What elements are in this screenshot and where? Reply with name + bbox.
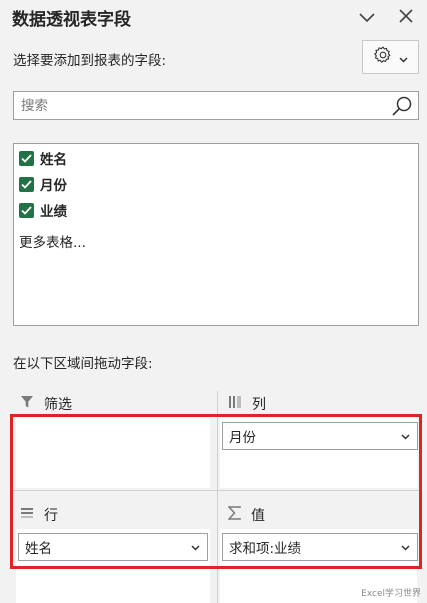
field-list: 姓名 月份 业绩 更多表格... [13,143,419,326]
field-label: 业绩 [40,204,67,220]
checkbox-checked-icon[interactable] [19,176,34,192]
values-area-header: 值 [227,505,265,525]
task-pane-options-button[interactable] [356,6,378,28]
field-search-box [13,91,419,120]
chip-label: 月份 [229,430,256,446]
close-pane-button[interactable] [395,6,417,28]
area-divider-horizontal [13,490,419,491]
rows-area-header: 行 [20,505,58,525]
chevron-down-icon[interactable] [401,539,410,555]
close-icon [399,8,413,27]
values-field-chip[interactable]: 求和项:业绩 [222,533,418,561]
drag-fields-hint: 在以下区域间拖动字段: [13,356,153,372]
search-icon[interactable] [391,95,413,121]
chevron-down-icon[interactable] [191,539,200,555]
chevron-down-icon [359,8,375,27]
field-label: 姓名 [40,152,67,168]
field-item-performance[interactable]: 业绩 [19,200,67,220]
checkbox-checked-icon[interactable] [19,202,34,218]
pane-title: 数据透视表字段 [12,10,131,30]
chip-label: 姓名 [25,541,52,557]
chevron-down-icon[interactable] [401,428,410,444]
field-item-month[interactable]: 月份 [19,174,67,194]
field-label: 月份 [40,178,67,194]
columns-icon [228,395,242,413]
chevron-down-icon [399,48,408,67]
watermark: Excel学习世界 [361,589,421,599]
area-divider-vertical [217,391,218,603]
search-input[interactable] [14,92,384,119]
filter-area-label: 筛选 [44,397,72,413]
columns-area-header: 列 [228,394,266,414]
checkbox-checked-icon[interactable] [19,150,34,166]
field-item-name[interactable]: 姓名 [19,148,67,168]
rows-area-label: 行 [44,508,58,524]
chip-label: 求和项:业绩 [229,541,302,557]
field-layout-settings-button[interactable] [362,40,419,74]
choose-fields-label: 选择要添加到报表的字段: [13,53,167,69]
pivot-field-pane: 数据透视表字段 选择要添加到报表的字段: 搜索 姓名 月份 业绩 更多表格...… [0,0,427,603]
rows-icon [20,506,34,524]
values-area-label: 值 [251,508,265,524]
sigma-icon [227,506,241,524]
gear-icon [373,45,393,69]
rows-field-chip[interactable]: 姓名 [18,533,208,561]
more-tables-link[interactable]: 更多表格... [19,231,86,251]
filter-area-header: 筛选 [20,394,72,414]
filter-drop-zone[interactable] [16,418,210,488]
columns-field-chip[interactable]: 月份 [222,422,418,450]
filter-icon [20,395,34,413]
columns-area-label: 列 [252,397,266,413]
